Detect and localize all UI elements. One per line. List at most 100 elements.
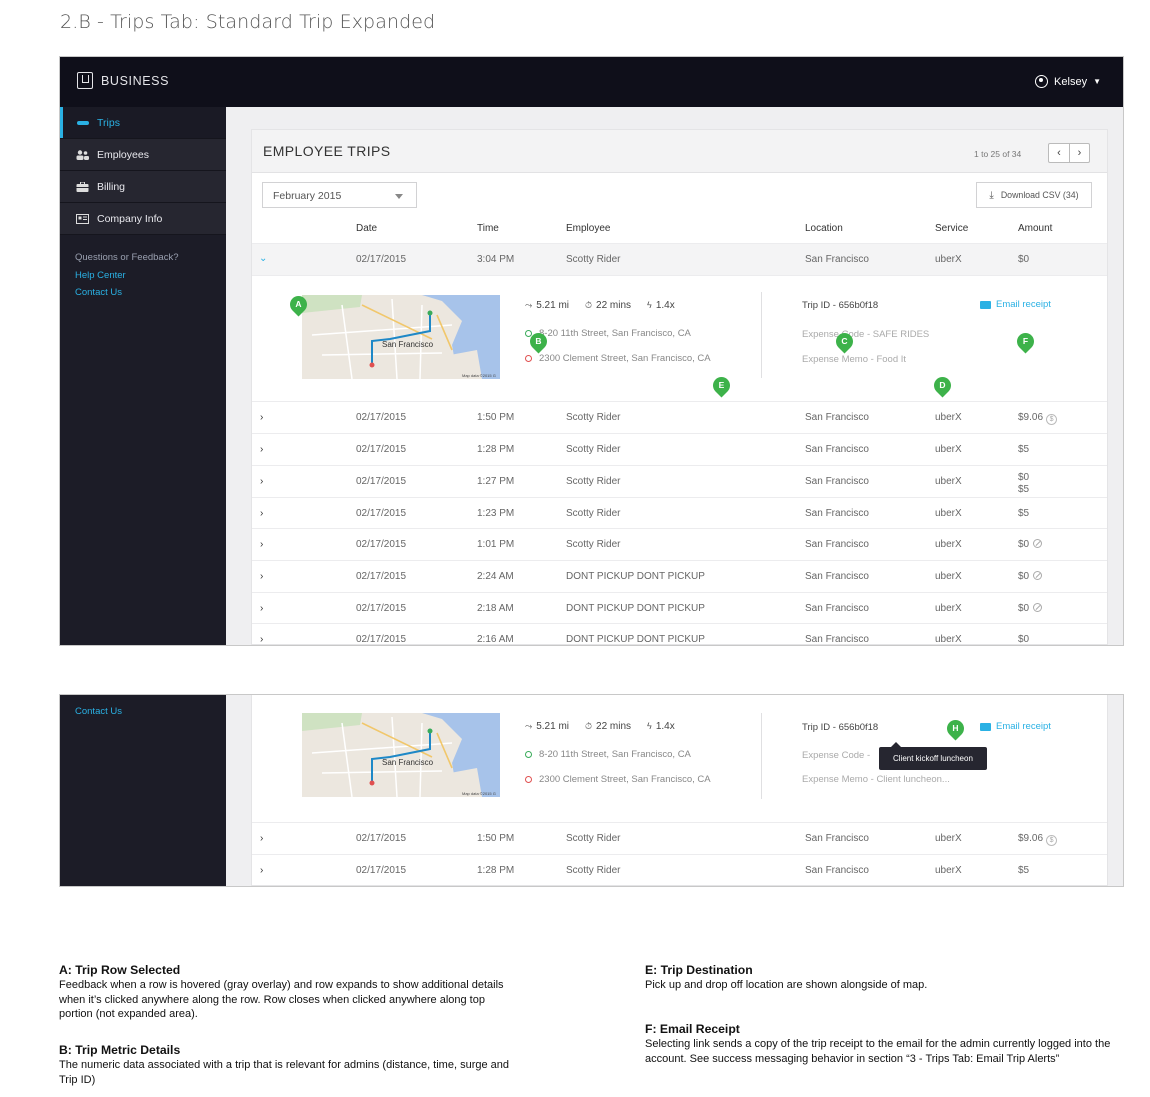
sidebar-item-label: Trips: [97, 116, 120, 129]
sidebar-item-employees[interactable]: Employees: [60, 139, 226, 171]
timer-icon: ⏱: [585, 721, 593, 731]
user-menu[interactable]: Kelsey ▼: [1035, 75, 1101, 88]
map-city-label: San Francisco: [382, 340, 434, 349]
cell-location: San Francisco: [805, 508, 869, 519]
email-receipt-link[interactable]: Email receipt: [980, 299, 1051, 310]
table-row[interactable]: › 02/17/2015 1:50 PM Scotty Rider San Fr…: [252, 401, 1107, 433]
envelope-icon: [980, 722, 991, 731]
route-icon: ⤳: [525, 721, 533, 731]
map-credit: Map data ©2015 G: [462, 791, 496, 796]
cell-amount: $5: [1018, 444, 1030, 455]
cell-time: 1:23 PM: [477, 508, 515, 519]
card-icon: [76, 213, 89, 224]
annotation-pin-d: D: [930, 373, 955, 398]
trip-map[interactable]: San Francisco Map data ©2015 G: [302, 295, 500, 379]
col-time[interactable]: Time: [477, 223, 499, 234]
surge-icon: ϟ: [647, 300, 652, 310]
col-amount[interactable]: Amount: [1018, 223, 1052, 234]
metric-duration: ⏱ 22 mins: [585, 300, 631, 311]
trip-id: Trip ID - 656b0f18: [802, 722, 879, 733]
chevron-right-icon: ›: [260, 603, 264, 614]
timer-icon: ⏱: [585, 300, 593, 310]
pagination-buttons: ‹ ›: [1048, 143, 1090, 163]
panel-header: EMPLOYEE TRIPS 1 to 25 of 34 ‹ ›: [252, 130, 1107, 173]
map-credit: Map data ©2015 G: [462, 373, 496, 378]
table-row[interactable]: › 02/17/2015 1:01 PM Scotty Rider San Fr…: [252, 528, 1107, 560]
brand[interactable]: BUSINESS: [77, 72, 169, 89]
col-date[interactable]: Date: [356, 223, 377, 234]
help-center-link[interactable]: Help Center: [75, 267, 226, 285]
sidebar-item-billing[interactable]: Billing: [60, 171, 226, 203]
amount-value: $0: [1018, 539, 1030, 550]
divider: [761, 713, 762, 799]
table-row[interactable]: › 02/17/2015 2:18 AM DONT PICKUP DONT PI…: [252, 592, 1107, 624]
next-page-button[interactable]: ›: [1069, 144, 1089, 162]
cell-amount: $9.06 $: [1018, 412, 1058, 425]
chevron-right-icon: ›: [260, 508, 264, 519]
cell-amount: $9.06 $: [1018, 833, 1058, 846]
download-csv-button[interactable]: ⤓ Download CSV (34): [976, 182, 1092, 208]
email-receipt-link[interactable]: Email receipt: [980, 721, 1051, 732]
cell-amount: $0: [1018, 539, 1043, 550]
table-row[interactable]: › 02/17/2015 1:28 PM Scotty Rider San Fr…: [252, 433, 1107, 465]
annotation-pin-e: E: [709, 373, 734, 398]
trip-map[interactable]: San Francisco Map data ©2015 G: [302, 713, 500, 797]
cell-employee: Scotty Rider: [566, 865, 621, 876]
cell-amount: $0: [1018, 634, 1030, 645]
dropoff-dot-icon: [525, 355, 532, 362]
cell-date: 02/17/2015: [356, 254, 407, 265]
pickup-text: 8-20 11th Street, San Francisco, CA: [539, 749, 691, 760]
table-row[interactable]: › 02/17/2015 2:16 AM DONT PICKUP DONT PI…: [252, 623, 1107, 645]
prev-page-button[interactable]: ‹: [1049, 144, 1069, 162]
pickup-dot-icon: [525, 751, 532, 758]
cell-time: 1:28 PM: [477, 865, 515, 876]
expense-memo[interactable]: Expense Memo - Client luncheon...: [802, 774, 950, 785]
table-row[interactable]: › 02/17/2015 1:27 PM Scotty Rider San Fr…: [252, 465, 1107, 497]
no-charge-icon: [1033, 571, 1043, 580]
col-location[interactable]: Location: [805, 223, 843, 234]
cell-service: uberX: [935, 865, 962, 876]
cell-service: uberX: [935, 634, 962, 645]
cell-date: 02/17/2015: [356, 603, 407, 614]
user-name: Kelsey: [1054, 75, 1088, 88]
contact-us-link[interactable]: Contact Us: [75, 284, 226, 302]
cell-location: San Francisco: [805, 412, 869, 423]
sidebar-item-trips[interactable]: Trips: [60, 107, 226, 139]
chevron-right-icon: ›: [260, 412, 264, 423]
cell-amount: $0: [1018, 603, 1043, 614]
month-select[interactable]: February 2015: [262, 182, 417, 208]
sidebar-item-label: Employees: [97, 148, 149, 161]
table-row[interactable]: › 02/17/2015 1:23 PM Scotty Rider San Fr…: [252, 497, 1107, 529]
sidebar-item-company-info[interactable]: Company Info: [60, 203, 226, 235]
cell-service: uberX: [935, 833, 962, 844]
note-title: A: Trip Row Selected: [59, 963, 181, 977]
pickup-address: 8-20 11th Street, San Francisco, CA: [525, 749, 691, 760]
cell-employee: Scotty Rider: [566, 833, 621, 844]
table-row[interactable]: › 02/17/2015 2:24 AM DONT PICKUP DONT PI…: [252, 560, 1107, 592]
map-city-label: San Francisco: [382, 758, 434, 767]
col-service[interactable]: Service: [935, 223, 968, 234]
cell-date: 02/17/2015: [356, 476, 407, 487]
dropoff-text: 2300 Clement Street, San Francisco, CA: [539, 774, 711, 785]
cell-date: 02/17/2015: [356, 634, 407, 645]
divider: [761, 292, 762, 378]
duration-value: 22 mins: [596, 300, 632, 311]
sidebar-item-label: Company Info: [97, 212, 163, 225]
cell-service: uberX: [935, 444, 962, 455]
contact-us-link[interactable]: Contact Us: [75, 703, 226, 721]
chevron-right-icon: ›: [260, 539, 264, 550]
cell-time: 1:50 PM: [477, 833, 515, 844]
table-row[interactable]: › 02/17/2015 1:50 PM Scotty Rider San Fr…: [252, 822, 1107, 854]
annotation-pin-b: B: [526, 329, 551, 354]
cell-location: San Francisco: [805, 833, 869, 844]
cell-service: uberX: [935, 412, 962, 423]
col-employee[interactable]: Employee: [566, 223, 610, 234]
cell-employee: DONT PICKUP DONT PICKUP: [566, 571, 705, 582]
trip-id: Trip ID - 656b0f18: [802, 300, 879, 311]
chevron-right-icon: ›: [260, 571, 264, 582]
distance-value: 5.21 mi: [536, 721, 569, 732]
dropdown-arrow-icon: [395, 194, 403, 203]
note-e: E: Trip Destination Pick up and drop off…: [645, 963, 1115, 993]
table-row[interactable]: › 02/17/2015 1:28 PM Scotty Rider San Fr…: [252, 854, 1107, 886]
table-row-selected[interactable]: ⌄ 02/17/2015 3:04 PM Scotty Rider San Fr…: [252, 243, 1107, 275]
